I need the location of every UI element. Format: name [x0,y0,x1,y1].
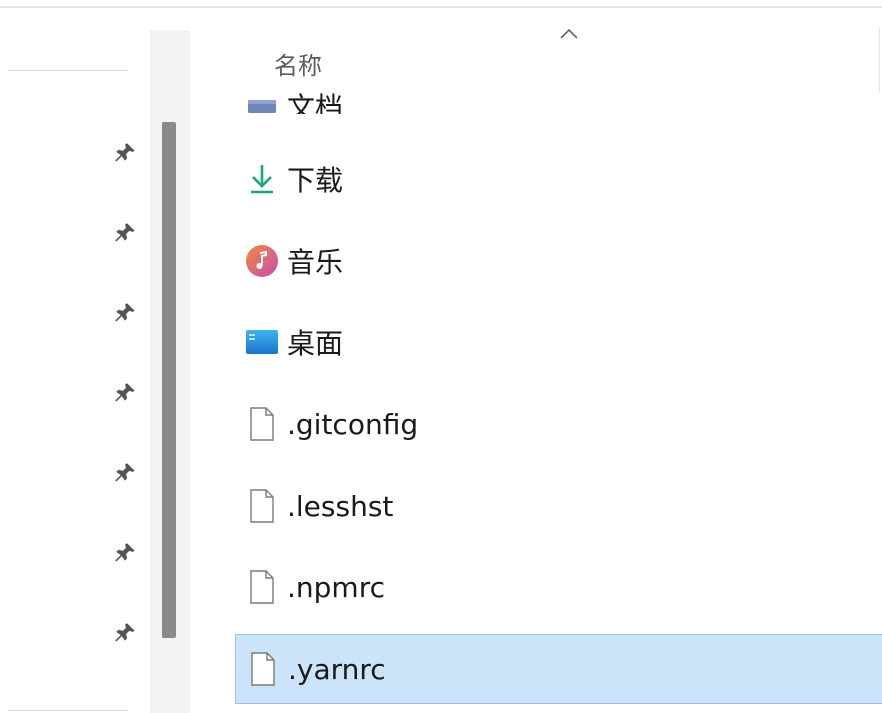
pin-icon[interactable] [110,458,140,488]
pin-icon[interactable] [110,138,140,168]
download-arrow-icon [245,159,279,199]
list-item[interactable]: 音乐 [235,227,882,295]
pin-icon[interactable] [110,218,140,248]
file-name: .gitconfig [287,407,419,441]
file-icon [246,649,280,689]
file-name: 文档 [287,91,344,114]
nav-divider [8,710,128,711]
file-name: .lesshst [287,489,394,523]
list-item[interactable]: 下载 [235,145,882,213]
list-item-selected[interactable]: .yarnrc [235,634,882,704]
file-name: 下载 [287,164,344,197]
sort-ascending-icon [560,28,578,39]
navigation-pane [0,0,150,713]
list-item[interactable]: 桌面 [235,308,882,376]
file-name: .npmrc [287,570,385,604]
desktop-folder-icon [245,322,279,362]
documents-folder-icon [245,94,279,114]
scrollbar-thumb[interactable] [162,122,176,638]
list-item[interactable]: .npmrc [235,553,882,621]
file-name: 桌面 [287,327,344,360]
file-icon [245,404,279,444]
music-icon [245,241,279,281]
pin-icon[interactable] [110,618,140,648]
list-item[interactable]: .gitconfig [235,390,882,458]
file-name: 音乐 [287,246,344,279]
nav-divider [8,70,128,71]
pin-icon[interactable] [110,378,140,408]
pin-icon[interactable] [110,298,140,328]
list-item[interactable]: .lesshst [235,472,882,540]
file-icon [245,486,279,526]
file-name: .yarnrc [288,652,386,686]
file-icon [245,567,279,607]
pin-icon[interactable] [110,538,140,568]
list-item[interactable]: 文档 [235,64,882,114]
